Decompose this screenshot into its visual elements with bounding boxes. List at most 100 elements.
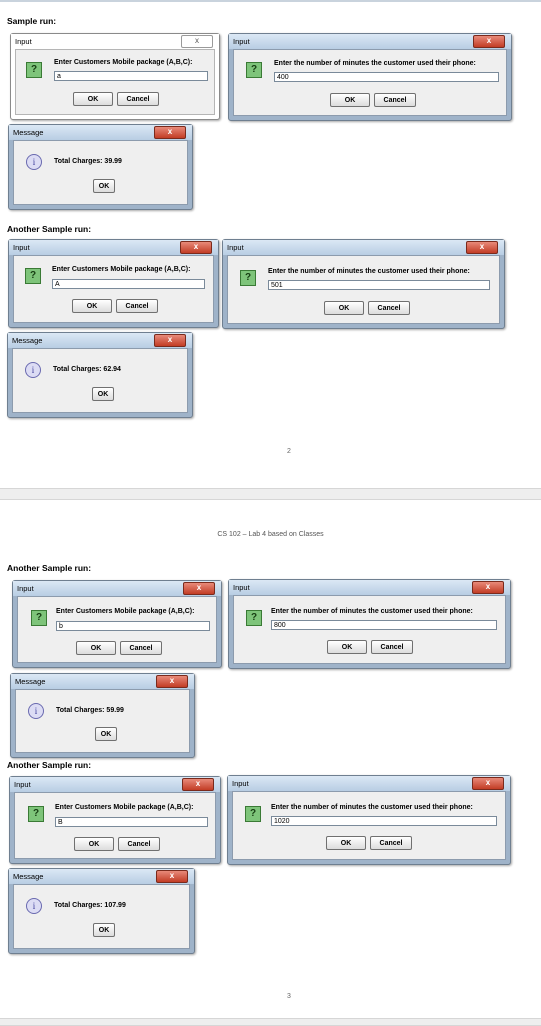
dialog-body: i Total Charges: 39.99 OK [13,140,188,205]
package-input-dialog: Input x ? Enter Customers Mobile package… [12,580,222,668]
question-icon: ? [26,62,42,78]
package-input[interactable]: B [55,817,208,827]
page-break [0,1018,541,1026]
result-text: Total Charges: 59.99 [56,707,124,714]
question-icon: ? [240,270,256,286]
cancel-button[interactable]: Cancel [368,301,410,315]
close-icon[interactable]: x [472,581,504,594]
close-icon[interactable]: x [183,582,215,595]
info-icon: i [26,898,42,914]
package-prompt: Enter Customers Mobile package (A,B,C): [52,266,191,273]
dialog-title: Input [229,580,510,595]
cancel-button[interactable]: Cancel [117,92,159,106]
ok-button[interactable]: OK [95,727,117,741]
minutes-input-dialog: Input x ? Enter the number of minutes th… [228,33,512,121]
minutes-prompt: Enter the number of minutes the customer… [274,60,476,67]
dialog-title: Input [229,34,511,49]
page-number: 2 [287,448,291,455]
question-icon: ? [25,268,41,284]
result-text: Total Charges: 62.94 [53,366,121,373]
close-icon[interactable]: x [182,778,214,791]
package-input[interactable]: b [56,621,210,631]
package-input[interactable]: a [54,71,208,81]
minutes-input[interactable]: 400 [274,72,499,82]
info-icon: i [25,362,41,378]
close-icon[interactable]: x [156,675,188,688]
cancel-button[interactable]: Cancel [120,641,162,655]
minutes-prompt: Enter the number of minutes the customer… [268,268,470,275]
ok-button[interactable]: OK [324,301,364,315]
message-dialog: Message x i Total Charges: 107.99 OK [8,868,195,954]
dialog-body: ? Enter the number of minutes the custom… [227,255,500,324]
package-prompt: Enter Customers Mobile package (A,B,C): [56,608,195,615]
message-dialog: Message x i Total Charges: 62.94 OK [7,332,193,418]
section-heading: Another Sample run: [7,760,92,770]
dialog-body: ? Enter Customers Mobile package (A,B,C)… [13,255,214,323]
cancel-button[interactable]: Cancel [116,299,158,313]
result-text: Total Charges: 107.99 [54,902,126,909]
ok-button[interactable]: OK [326,836,366,850]
ok-button[interactable]: OK [93,179,115,193]
close-icon[interactable]: x [181,35,213,48]
package-input-dialog: Input x ? Enter Customers Mobile package… [9,776,221,864]
question-icon: ? [31,610,47,626]
page-break [0,488,541,500]
dialog-body: i Total Charges: 62.94 OK [12,348,188,413]
ok-button[interactable]: OK [92,387,114,401]
close-icon[interactable]: x [472,777,504,790]
package-input-dialog: Input x ? Enter Customers Mobile package… [8,239,219,328]
section-heading: Another Sample run: [7,563,92,573]
ok-button[interactable]: OK [74,837,114,851]
page-header: CS 102 – Lab 4 based on Classes [217,531,324,538]
package-input-dialog: Input x ? Enter Customers Mobile package… [10,33,220,120]
package-input[interactable]: A [52,279,205,289]
dialog-body: ? Enter Customers Mobile package (A,B,C)… [15,49,215,115]
package-prompt: Enter Customers Mobile package (A,B,C): [55,804,194,811]
cancel-button[interactable]: Cancel [371,640,413,654]
section-heading: Another Sample run: [7,224,92,234]
dialog-body: ? Enter the number of minutes the custom… [233,595,506,664]
dialog-title: Input [228,776,510,791]
close-icon[interactable]: x [473,35,505,48]
page-number: 3 [287,993,291,1000]
close-icon[interactable]: x [154,334,186,347]
dialog-body: ? Enter the number of minutes the custom… [233,49,507,116]
ok-button[interactable]: OK [73,92,113,106]
minutes-input[interactable]: 1020 [271,816,497,826]
section-heading: Sample run: [7,16,57,26]
minutes-prompt: Enter the number of minutes the customer… [271,804,473,811]
question-icon: ? [28,806,44,822]
minutes-input-dialog: Input x ? Enter the number of minutes th… [228,579,511,669]
ok-button[interactable]: OK [327,640,367,654]
cancel-button[interactable]: Cancel [370,836,412,850]
dialog-title: Input [223,240,504,255]
dialog-body: ? Enter Customers Mobile package (A,B,C)… [14,792,216,859]
cancel-button[interactable]: Cancel [374,93,416,107]
page-top-border [0,0,541,2]
minutes-input[interactable]: 501 [268,280,490,290]
minutes-prompt: Enter the number of minutes the customer… [271,608,473,615]
ok-button[interactable]: OK [330,93,370,107]
ok-button[interactable]: OK [72,299,112,313]
close-icon[interactable]: x [180,241,212,254]
close-icon[interactable]: x [156,870,188,883]
ok-button[interactable]: OK [93,923,115,937]
ok-button[interactable]: OK [76,641,116,655]
question-icon: ? [246,610,262,626]
close-icon[interactable]: x [466,241,498,254]
message-dialog: Message x i Total Charges: 59.99 OK [10,673,195,758]
question-icon: ? [245,806,261,822]
close-icon[interactable]: x [154,126,186,139]
cancel-button[interactable]: Cancel [118,837,160,851]
result-text: Total Charges: 39.99 [54,158,122,165]
package-prompt: Enter Customers Mobile package (A,B,C): [54,59,193,66]
minutes-input-dialog: Input x ? Enter the number of minutes th… [227,775,511,865]
info-icon: i [28,703,44,719]
minutes-input-dialog: Input x ? Enter the number of minutes th… [222,239,505,329]
minutes-input[interactable]: 800 [271,620,497,630]
dialog-body: i Total Charges: 107.99 OK [13,884,190,949]
dialog-body: i Total Charges: 59.99 OK [15,689,190,753]
dialog-body: ? Enter the number of minutes the custom… [232,791,506,860]
question-icon: ? [246,62,262,78]
message-dialog: Message x i Total Charges: 39.99 OK [8,124,193,210]
